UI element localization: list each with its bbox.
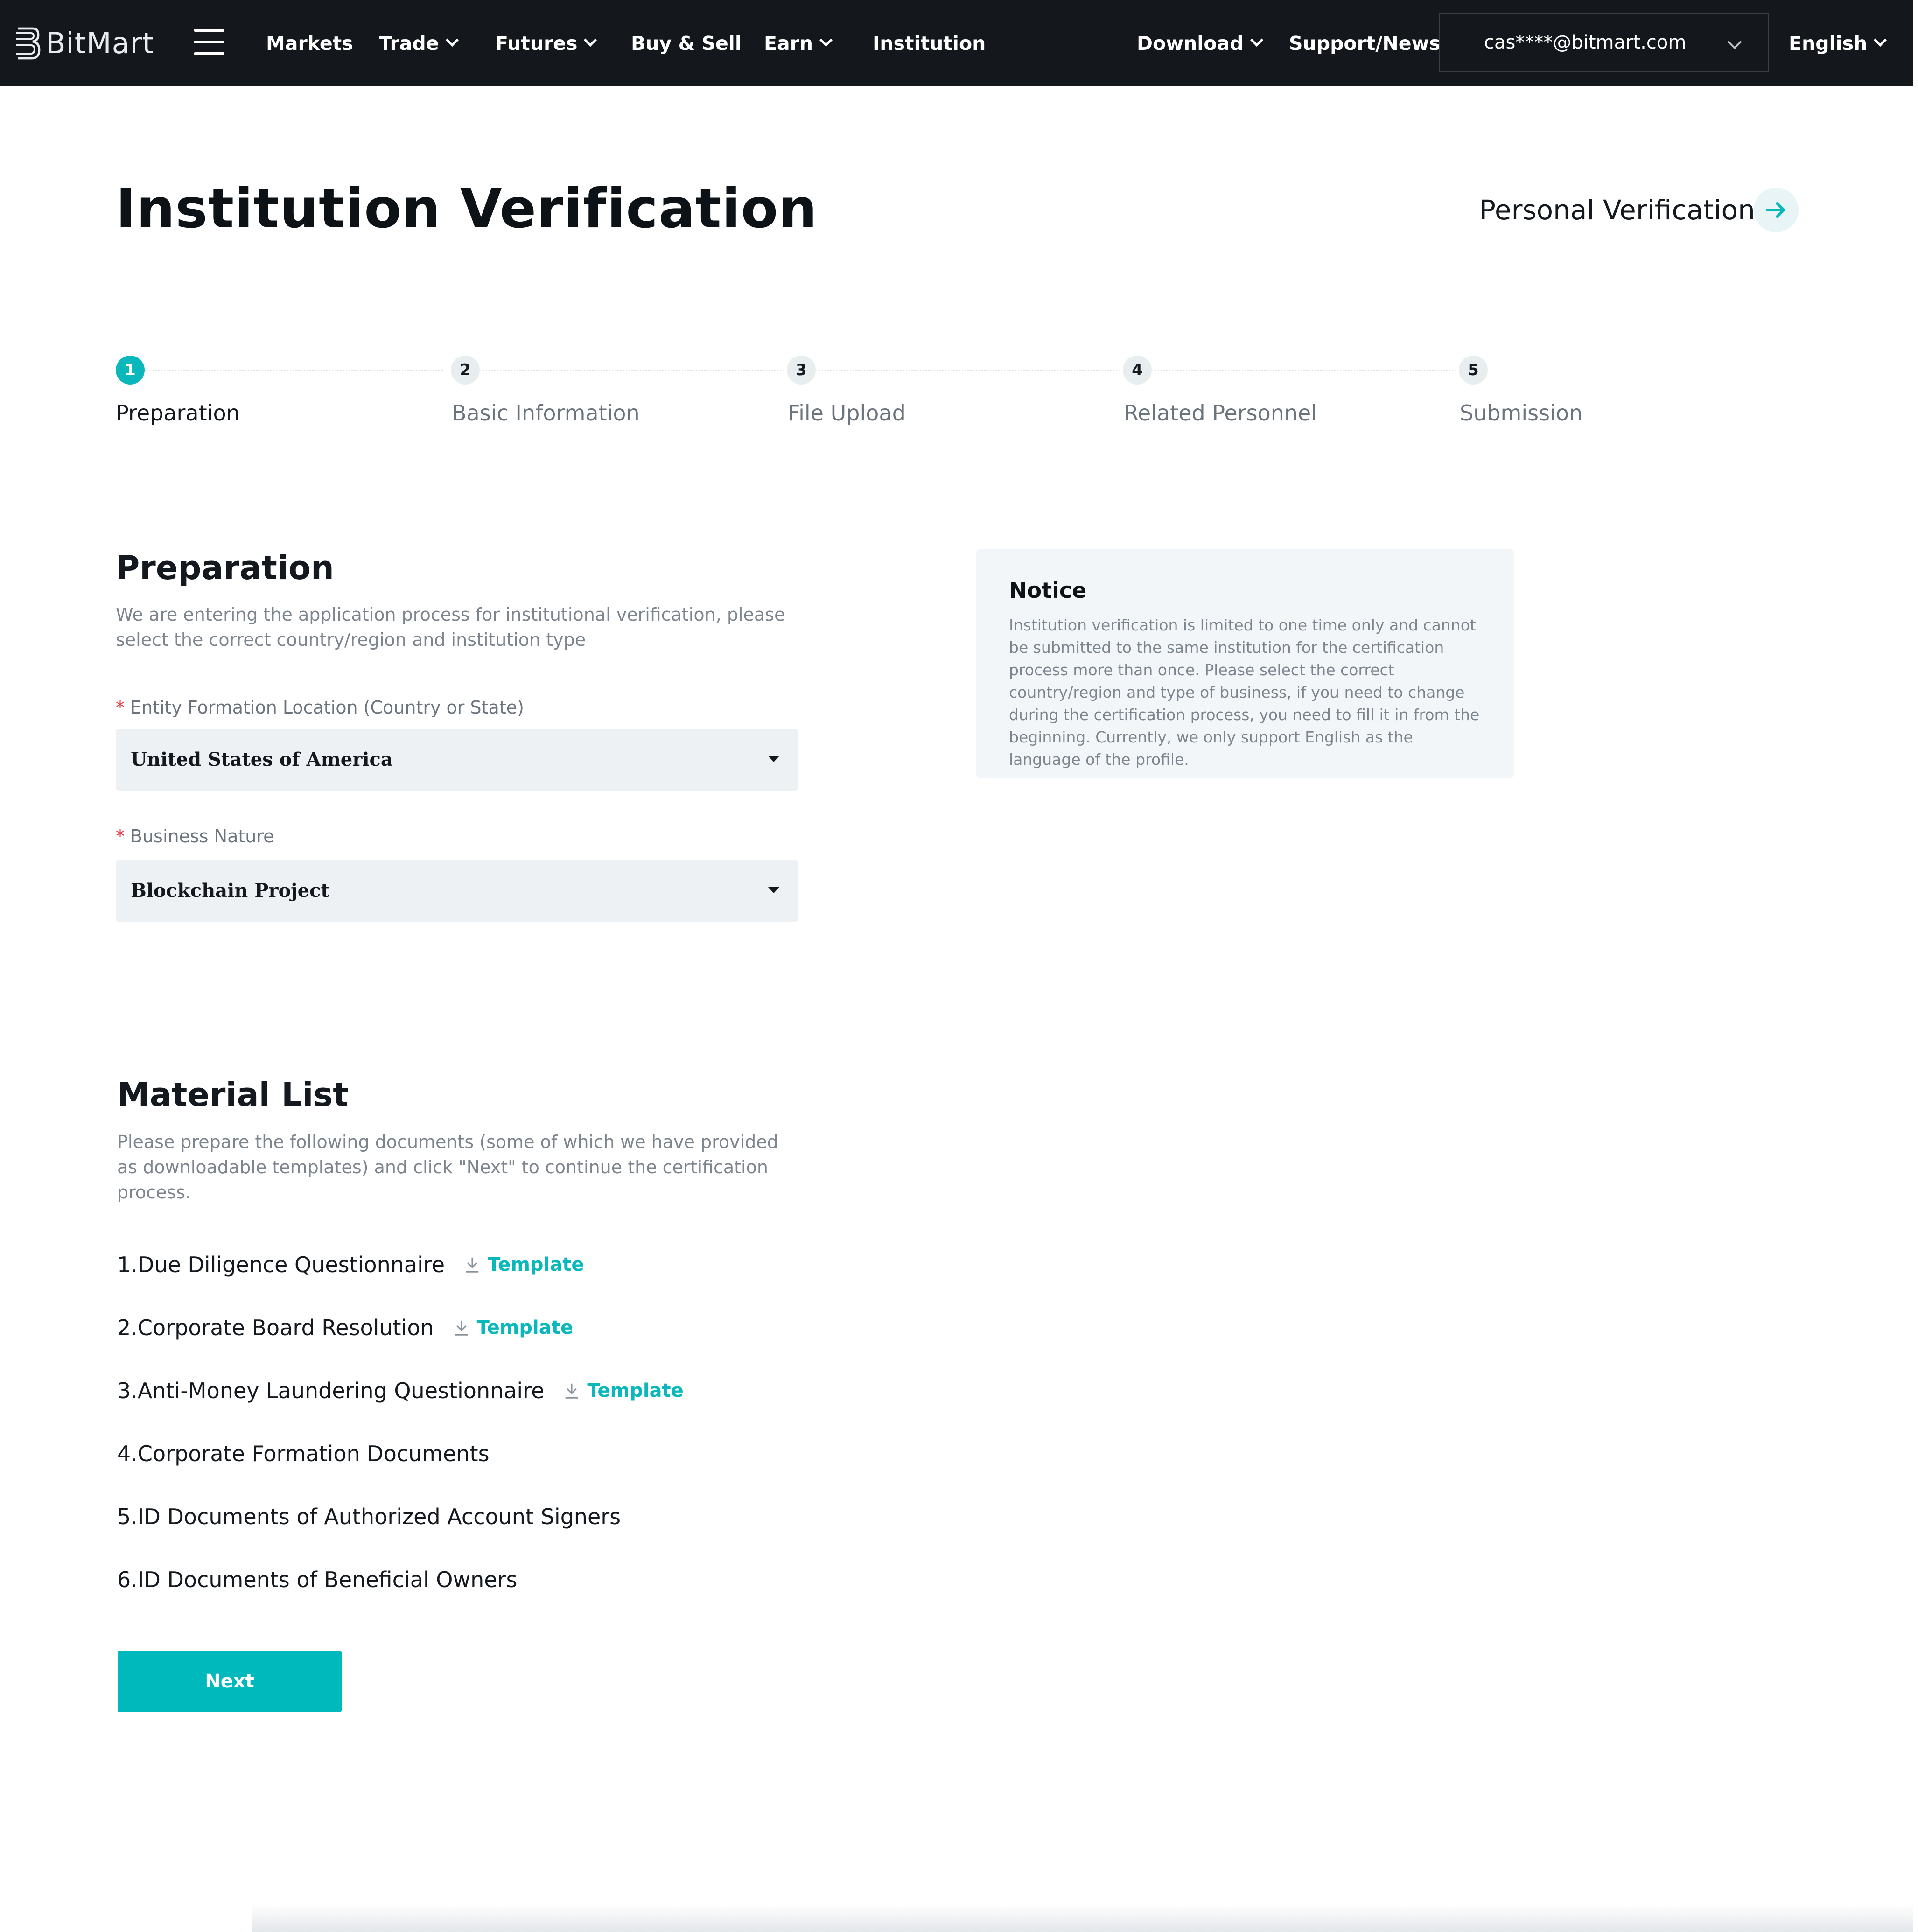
account-email: cas****@bitmart.com <box>1484 32 1686 53</box>
nav-earn-label: Earn <box>764 32 813 55</box>
template-link-label: Template <box>488 1254 584 1275</box>
material-item: 4.Corporate Formation Documents <box>117 1435 490 1472</box>
material-item: 5.ID Documents of Authorized Account Sig… <box>117 1498 621 1535</box>
nav-futures[interactable]: Futures <box>495 0 595 86</box>
nav-buy-sell-label: Buy & Sell <box>631 32 742 55</box>
personal-verification-arrow-button[interactable] <box>1754 188 1799 232</box>
chevron-down-icon <box>584 33 597 46</box>
step-5-number[interactable]: 5 <box>1459 356 1488 385</box>
page-title: Institution Verification <box>116 177 818 240</box>
nav-earn[interactable]: Earn <box>764 0 831 86</box>
business-nature-label: *Business Nature <box>116 826 274 847</box>
step-3-number[interactable]: 3 <box>787 356 816 385</box>
download-icon <box>563 1381 581 1400</box>
nav-markets[interactable]: Markets <box>266 0 353 86</box>
template-link-label: Template <box>587 1380 683 1401</box>
step-1-number[interactable]: 1 <box>116 356 145 385</box>
stepper-connector <box>816 370 1120 371</box>
personal-verification-label: Personal Verification <box>1479 194 1755 226</box>
chevron-down-icon <box>1874 33 1887 46</box>
material-item-label: 6.ID Documents of Beneficial Owners <box>117 1567 517 1592</box>
nav-trade[interactable]: Trade <box>379 0 457 86</box>
next-button[interactable]: Next <box>118 1651 342 1712</box>
nav-support-label: Support/News <box>1289 32 1441 55</box>
preparation-description: We are entering the application process … <box>116 602 797 652</box>
material-item: 3.Anti-Money Laundering Questionnaire Te… <box>117 1372 684 1409</box>
entity-location-label: *Entity Formation Location (Country or S… <box>116 697 524 718</box>
chevron-down-icon <box>1727 35 1742 49</box>
material-item-label: 5.ID Documents of Authorized Account Sig… <box>117 1504 621 1529</box>
stepper-connector <box>480 370 784 371</box>
nav-institution[interactable]: Institution <box>873 0 986 86</box>
step-3-label[interactable]: File Upload <box>788 400 906 426</box>
required-mark: * <box>116 826 125 847</box>
bitmart-logo[interactable]: BitMart <box>12 23 154 63</box>
nav-buy-sell[interactable]: Buy & Sell <box>631 0 742 86</box>
notice-title: Notice <box>1009 578 1086 603</box>
template-download-link[interactable]: Template <box>563 1380 683 1401</box>
caret-down-icon <box>768 887 779 893</box>
business-nature-value: Blockchain Project <box>131 860 329 922</box>
account-dropdown[interactable]: cas****@bitmart.com <box>1439 13 1769 72</box>
nav-futures-label: Futures <box>495 32 577 55</box>
nav-institution-label: Institution <box>873 32 986 55</box>
download-icon <box>463 1255 481 1274</box>
material-list-description: Please prepare the following documents (… <box>117 1129 803 1205</box>
download-icon <box>453 1318 470 1337</box>
logo-text: BitMart <box>46 26 154 60</box>
nav-download[interactable]: Download <box>1137 0 1261 86</box>
step-1-label[interactable]: Preparation <box>116 400 240 426</box>
business-nature-select[interactable]: Blockchain Project <box>116 860 798 922</box>
material-item-label: 3.Anti-Money Laundering Questionnaire <box>117 1378 544 1403</box>
chevron-down-icon <box>1250 33 1263 46</box>
top-navbar: BitMart Markets Trade Futures Buy & Sell… <box>0 0 1913 86</box>
bottom-shadow <box>252 1904 1913 1932</box>
bitmart-logo-icon <box>12 25 42 62</box>
material-item: 2.Corporate Board Resolution Template <box>117 1309 573 1346</box>
nav-trade-label: Trade <box>379 32 439 55</box>
material-item: 1.Due Diligence Questionnaire Template <box>117 1246 584 1283</box>
chevron-down-icon <box>445 33 458 46</box>
nav-support-news[interactable]: Support/News <box>1289 0 1441 86</box>
step-4-number[interactable]: 4 <box>1123 356 1152 385</box>
page-edge <box>1913 0 1918 1932</box>
material-item: 6.ID Documents of Beneficial Owners <box>117 1561 517 1598</box>
arrow-right-icon <box>1763 197 1789 223</box>
step-2-label[interactable]: Basic Information <box>452 400 640 426</box>
nav-markets-label: Markets <box>266 32 353 55</box>
hamburger-menu-icon[interactable] <box>194 29 224 55</box>
business-nature-label-text: Business Nature <box>130 826 274 847</box>
entity-location-select[interactable]: United States of America <box>116 729 798 791</box>
template-link-label: Template <box>477 1317 573 1338</box>
caret-down-icon <box>768 756 779 762</box>
language-label: English <box>1789 32 1867 55</box>
step-4-label[interactable]: Related Personnel <box>1124 400 1317 426</box>
material-item-label: 1.Due Diligence Questionnaire <box>117 1252 445 1277</box>
notice-body: Institution verification is limited to o… <box>1009 614 1480 771</box>
template-download-link[interactable]: Template <box>463 1254 584 1275</box>
notice-panel: Notice Institution verification is limit… <box>976 549 1514 778</box>
template-download-link[interactable]: Template <box>453 1317 573 1338</box>
step-5-label[interactable]: Submission <box>1460 400 1582 426</box>
step-2-number[interactable]: 2 <box>451 356 480 385</box>
preparation-title: Preparation <box>116 549 334 587</box>
required-mark: * <box>116 697 125 718</box>
stepper-connector <box>1152 370 1456 371</box>
material-list-title: Material List <box>117 1076 349 1114</box>
language-selector[interactable]: English <box>1789 0 1885 86</box>
entity-location-label-text: Entity Formation Location (Country or St… <box>130 697 524 718</box>
entity-location-value: United States of America <box>131 729 393 791</box>
chevron-down-icon <box>819 33 833 46</box>
material-item-label: 2.Corporate Board Resolution <box>117 1315 434 1340</box>
stepper-connector <box>144 370 443 371</box>
nav-download-label: Download <box>1137 32 1244 55</box>
material-item-label: 4.Corporate Formation Documents <box>117 1441 490 1466</box>
personal-verification-link[interactable]: Personal Verification <box>1479 187 1755 233</box>
